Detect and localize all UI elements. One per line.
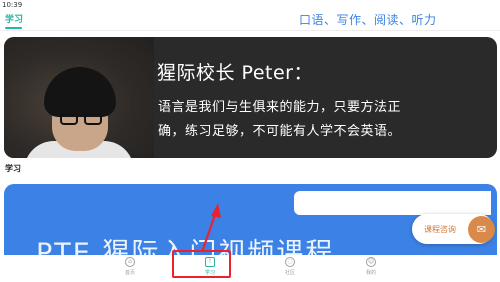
tab-active-indicator bbox=[5, 27, 22, 29]
nav-item-profile[interactable]: ☺ 我的 bbox=[356, 257, 386, 281]
photo-glasses bbox=[60, 113, 104, 125]
nav-item-home[interactable]: ⌂ 首页 bbox=[115, 257, 145, 281]
community-icon: ◌ bbox=[285, 257, 295, 267]
highlight-box bbox=[172, 250, 231, 278]
section-title: 学习 bbox=[5, 164, 21, 173]
bottom-nav: ⌂ 首页 ! 学习 ◌ 社区 ☺ 我的 bbox=[0, 255, 500, 282]
nav-item-community[interactable]: ◌ 社区 bbox=[275, 257, 305, 281]
photo-hair bbox=[44, 67, 116, 117]
nav-label-profile: 我的 bbox=[365, 270, 376, 276]
status-bar-time: 10:39 bbox=[2, 1, 23, 9]
banner-quote-line1: 语言是我们与生俱来的能力，只要方法正 bbox=[158, 100, 402, 115]
chat-icon[interactable]: ✉ bbox=[468, 216, 495, 243]
app-screen: 10:39 学习 猩际校长 Peter： 语言是我们与生俱来的能力，只要方法正 … bbox=[0, 0, 500, 282]
profile-icon: ☺ bbox=[366, 257, 376, 267]
tab-study[interactable]: 学习 bbox=[5, 12, 23, 25]
nav-label-community: 社区 bbox=[284, 270, 295, 276]
course-tag-bg bbox=[294, 191, 491, 215]
banner-title: 猩际校长 Peter： bbox=[157, 62, 313, 84]
nav-label-home: 首页 bbox=[124, 270, 135, 276]
principal-photo bbox=[4, 37, 154, 158]
banner-quote-line2: 确，练习足够，不可能有人学不会英语。 bbox=[158, 124, 402, 139]
consult-label[interactable]: 课程咨询 bbox=[424, 224, 456, 235]
course-tag: 口语、写作、阅读、听力 bbox=[299, 13, 437, 27]
top-divider bbox=[0, 30, 500, 31]
home-icon: ⌂ bbox=[125, 257, 135, 267]
